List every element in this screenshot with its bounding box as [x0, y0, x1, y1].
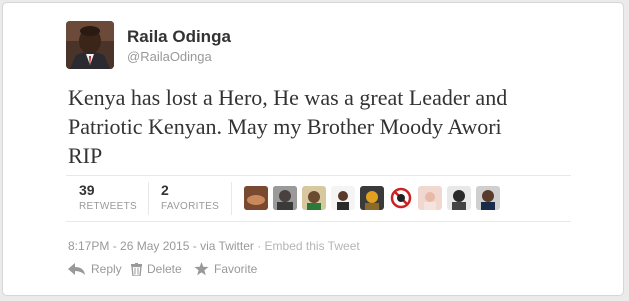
tweet-stats: 39 RETWEETS 2 FAVORITES — [66, 175, 571, 222]
user-avatar[interactable] — [273, 186, 297, 210]
user-avatar[interactable] — [418, 186, 442, 210]
tweet-line: Kenya has lost a Hero, He was a great Le… — [68, 85, 508, 110]
tweet-line: Patriotic Kenyan. May my Brother Moody A… — [68, 114, 502, 139]
avatar[interactable] — [66, 21, 114, 69]
trash-icon — [131, 262, 142, 276]
reply-label: Reply — [91, 262, 122, 276]
embed-tweet-link[interactable]: · Embed this Tweet — [254, 239, 360, 253]
via-text: - via Twitter — [189, 239, 254, 253]
retweets-count: 39 — [79, 182, 95, 198]
tweet-line: RIP — [68, 143, 103, 168]
stat-divider — [148, 182, 149, 215]
tweet-meta: 8:17PM - 26 May 2015 - via Twitter · Emb… — [68, 239, 360, 253]
delete-label: Delete — [147, 262, 182, 276]
delete-button[interactable]: Delete — [131, 261, 182, 277]
favorites-count: 2 — [161, 182, 169, 198]
star-icon — [194, 262, 209, 276]
user-avatar[interactable] — [302, 186, 326, 210]
favorite-label: Favorite — [214, 262, 258, 276]
user-avatar[interactable] — [447, 186, 471, 210]
favorites-label: FAVORITES — [161, 201, 220, 212]
profile-photo-icon — [66, 21, 114, 69]
user-avatar[interactable] — [476, 186, 500, 210]
user-avatar[interactable] — [331, 186, 355, 210]
username[interactable]: @RailaOdinga — [127, 49, 212, 64]
stat-divider — [231, 182, 232, 215]
retweets-label: RETWEETS — [79, 201, 137, 212]
user-avatar[interactable] — [389, 186, 413, 210]
reply-icon — [68, 263, 85, 275]
retweets-stat[interactable]: 39 RETWEETS — [79, 182, 137, 212]
user-avatar[interactable] — [360, 186, 384, 210]
user-avatar[interactable] — [244, 186, 268, 210]
favorites-stat[interactable]: 2 FAVORITES — [161, 182, 219, 212]
tweet-card: Raila Odinga @RailaOdinga Kenya has lost… — [2, 2, 624, 296]
reply-button[interactable]: Reply — [68, 261, 122, 277]
favorite-button[interactable]: Favorite — [194, 261, 257, 277]
timestamp-link[interactable]: 8:17PM - 26 May 2015 — [68, 239, 189, 253]
display-name[interactable]: Raila Odinga — [127, 27, 231, 47]
tweet-text: Kenya has lost a Hero, He was a great Le… — [68, 83, 588, 170]
